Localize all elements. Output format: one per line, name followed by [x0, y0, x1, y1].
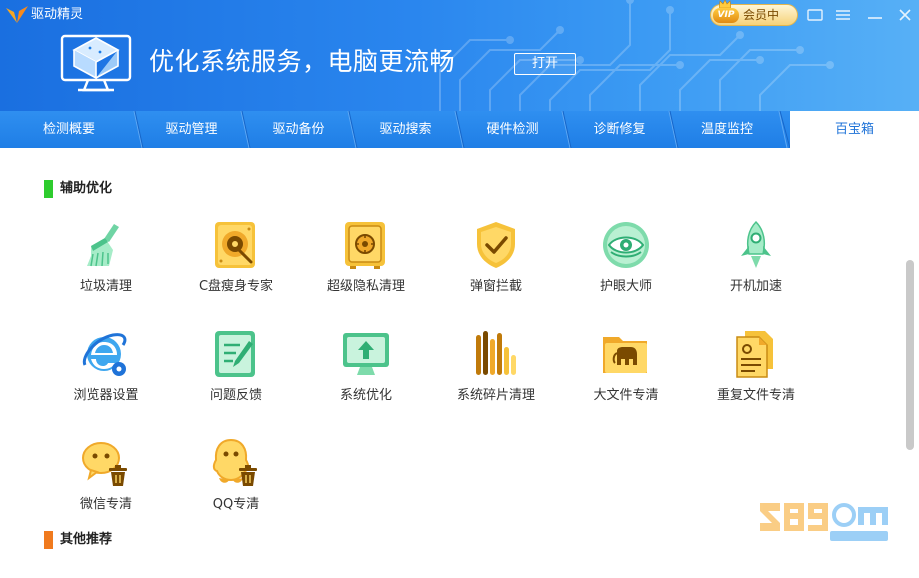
eye-icon: [603, 222, 649, 268]
browser-icon: [82, 333, 127, 376]
tool-label: 开机加速: [729, 279, 782, 294]
vip-tag: VIP: [713, 8, 739, 23]
tab-diagnose-repair[interactable]: 诊断修复: [566, 111, 673, 148]
tab-divider: [133, 111, 144, 148]
app-title: 驱动精灵: [31, 7, 84, 22]
tab-temperature[interactable]: 温度监控: [673, 111, 781, 148]
rocket-icon: [741, 220, 771, 268]
tool-label: 护眼大师: [599, 279, 652, 294]
tool-qq-clean[interactable]: QQ专清: [171, 438, 301, 528]
section-title-assist: 辅助优化: [60, 181, 113, 196]
folder-icon: [603, 337, 647, 373]
tool-label: 重复文件专清: [716, 388, 795, 403]
tab-divider: [668, 111, 679, 148]
tab-driver-manage[interactable]: 驱动管理: [138, 111, 245, 148]
tab-divider: [561, 111, 572, 148]
menu-icon[interactable]: [836, 10, 850, 20]
banner-slogan: 优化系统服务，电脑更流畅: [149, 47, 456, 76]
tab-hardware-detect[interactable]: 硬件检测: [459, 111, 566, 148]
document-icon: [736, 331, 773, 378]
tab-driver-search[interactable]: 驱动搜索: [352, 111, 459, 148]
tool-popup-block[interactable]: 弹窗拦截: [431, 220, 561, 310]
tab-driver-backup[interactable]: 驱动备份: [245, 111, 352, 148]
main-tab-bar: 检测概要 驱动管理 驱动备份 驱动搜索 硬件检测 诊断修复 温度监控 百宝箱: [0, 111, 919, 148]
tool-label: 超级隐私清理: [326, 279, 405, 294]
tab-divider: [778, 111, 790, 148]
tool-label: 系统优化: [339, 388, 392, 403]
tab-detect-overview[interactable]: 检测概要: [0, 111, 138, 148]
site-watermark-logo: [760, 503, 888, 541]
crown-icon: [719, 0, 731, 8]
skin-icon[interactable]: [807, 9, 823, 21]
tool-system-optimize[interactable]: 系统优化: [301, 329, 431, 419]
tool-big-file-clean[interactable]: 大文件专清: [561, 329, 691, 419]
tool-label: 微信专清: [79, 497, 132, 512]
tab-toolbox[interactable]: 百宝箱: [790, 111, 919, 148]
tool-browser-settings[interactable]: 浏览器设置: [41, 329, 171, 419]
qq-trash-icon: [212, 438, 257, 486]
tool-label: 问题反馈: [209, 388, 262, 403]
feedback-icon: [215, 331, 255, 377]
broom-icon: [87, 224, 119, 267]
tool-boot-speedup[interactable]: 开机加速: [691, 220, 821, 310]
tool-feedback[interactable]: 问题反馈: [171, 329, 301, 419]
section-marker: [44, 531, 53, 549]
vip-badge[interactable]: VIP 会员中: [710, 0, 798, 26]
tool-label: 系统碎片清理: [456, 388, 535, 403]
monitor-upload-icon: [343, 333, 389, 375]
tool-defrag[interactable]: 系统碎片清理: [431, 329, 561, 419]
tool-junk-clean[interactable]: 垃圾清理: [41, 220, 171, 310]
wechat-trash-icon: [82, 442, 127, 486]
tool-label: 浏览器设置: [73, 388, 139, 403]
tool-wechat-clean[interactable]: 微信专清: [41, 438, 171, 528]
tool-privacy-clean[interactable]: 超级隐私清理: [301, 220, 431, 310]
safe-icon: [345, 222, 385, 269]
tool-label: 垃圾清理: [79, 279, 132, 294]
vip-label: 会员中: [743, 8, 780, 22]
section-marker: [44, 180, 53, 198]
tool-c-drive-slim[interactable]: C盘瘦身专家: [171, 220, 301, 310]
close-icon[interactable]: [899, 9, 911, 21]
app-logo-icon: [6, 6, 28, 23]
tool-dup-file-clean[interactable]: 重复文件专清: [691, 329, 821, 419]
optimize-monitor-icon: [60, 34, 132, 92]
disk-icon: [215, 222, 255, 268]
tool-eye-care[interactable]: 护眼大师: [561, 220, 691, 310]
open-button[interactable]: 打开: [514, 53, 576, 75]
tool-label: QQ专清: [212, 497, 260, 512]
tab-divider: [240, 111, 251, 148]
tab-divider: [454, 111, 465, 148]
window-controls: [807, 9, 911, 21]
header-banner: 驱动精灵 VIP 会员中 优化系统服务，电脑更流畅 打开: [0, 0, 919, 111]
scrollbar-thumb[interactable]: [906, 260, 914, 450]
shield-icon: [477, 222, 515, 268]
fragment-icon: [476, 331, 516, 375]
tool-label: 弹窗拦截: [469, 279, 522, 294]
tool-label: C盘瘦身专家: [198, 279, 274, 294]
tab-divider: [347, 111, 358, 148]
tool-label: 大文件专清: [593, 388, 659, 403]
section-title-recommend: 其他推荐: [60, 532, 113, 547]
